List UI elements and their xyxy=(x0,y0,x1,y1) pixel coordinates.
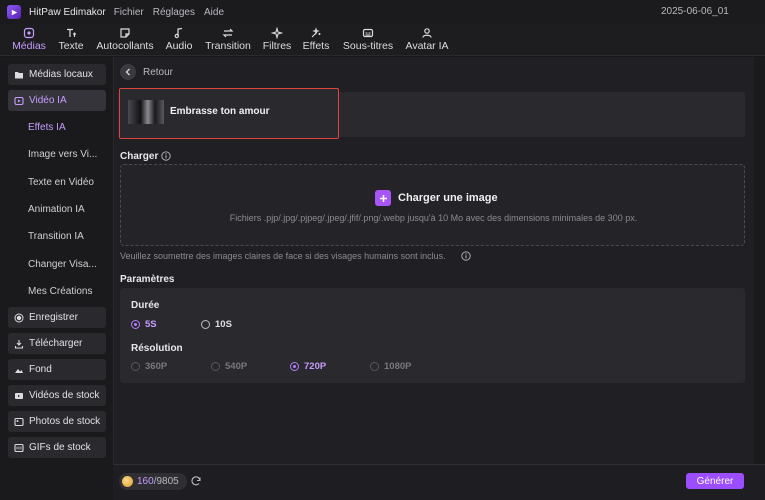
sidebar-item-video-ia[interactable]: Vidéo IA xyxy=(8,90,106,111)
sidebar-item-videos-de-stock[interactable]: Vidéos de stock xyxy=(8,385,106,406)
ai-video-icon xyxy=(14,96,24,105)
transition-icon xyxy=(222,28,234,38)
upload-hint: Fichiers .pjp/.jpg/.pjpeg/.jpeg/.jfif/.p… xyxy=(229,213,638,223)
face-notice: Veuillez soumettre des images claires de… xyxy=(120,251,446,261)
tab-effets[interactable]: Effets xyxy=(302,24,330,56)
subtitles-icon xyxy=(362,28,374,38)
stock-photo-icon xyxy=(14,417,24,426)
back-button[interactable] xyxy=(120,64,136,80)
selected-template-card[interactable]: Embrasse ton amour xyxy=(119,88,339,139)
upload-dropzone[interactable]: Charger une image Fichiers .pjp/.jpg/.pj… xyxy=(120,164,745,246)
tab-audio[interactable]: Audio xyxy=(164,24,194,56)
tab-filtres[interactable]: Filtres xyxy=(261,24,293,56)
credits-badge: 160/9805 xyxy=(119,473,187,490)
effects-icon xyxy=(311,27,321,38)
upload-section-label: Charger xyxy=(120,151,159,162)
info-icon[interactable] xyxy=(461,251,471,261)
sidebar-sub-mes-creations[interactable]: Mes Créations xyxy=(28,286,92,297)
filter-icon xyxy=(271,27,283,39)
coin-icon xyxy=(122,476,133,487)
app-logo xyxy=(7,5,21,19)
project-name: 2025-06-06_01 xyxy=(661,6,729,17)
sidebar: Médias locaux Vidéo IA Effets IA Image v… xyxy=(0,57,113,500)
sidebar-sub-changer-visage[interactable]: Changer Visa... xyxy=(28,259,97,270)
resolution-label: Résolution xyxy=(131,343,183,354)
sidebar-item-gifs-de-stock[interactable]: GIFs de stock xyxy=(8,437,106,458)
stock-video-icon xyxy=(15,392,23,399)
menu-file[interactable]: Fichier xyxy=(114,7,144,18)
credits-used: 160 xyxy=(137,476,154,487)
main-toolbar: Médias Texte Autocollants Audio Transiti… xyxy=(0,24,765,56)
sidebar-sub-effets-ia[interactable]: Effets IA xyxy=(28,122,66,133)
upload-image-button[interactable]: Charger une image xyxy=(375,190,498,206)
menu-settings[interactable]: Réglages xyxy=(153,7,195,18)
avatar-icon xyxy=(422,28,432,38)
template-thumbnail xyxy=(128,100,164,124)
tab-texte[interactable]: Texte xyxy=(57,24,85,56)
resolution-option-1080p[interactable]: 1080P xyxy=(370,361,411,372)
params-label: Paramètres xyxy=(120,274,175,285)
background-icon xyxy=(15,368,23,373)
tab-sous-titres[interactable]: Sous-titres xyxy=(341,24,395,56)
main-panel: Retour Embrasse ton amour Charger Charge… xyxy=(113,57,765,500)
sidebar-item-telecharger[interactable]: Télécharger xyxy=(8,333,106,354)
sidebar-sub-image-vers-video[interactable]: Image vers Vi... xyxy=(28,149,97,160)
menu-help[interactable]: Aide xyxy=(204,7,224,18)
plus-icon xyxy=(375,190,391,206)
sidebar-sub-animation-ia[interactable]: Animation IA xyxy=(28,204,85,215)
sidebar-sub-texte-en-video[interactable]: Texte en Vidéo xyxy=(28,177,94,188)
sidebar-item-fond[interactable]: Fond xyxy=(8,359,106,380)
record-icon xyxy=(14,313,24,322)
resolution-option-720p[interactable]: 720P xyxy=(290,361,326,372)
footer-bar: 160/9805 Générer xyxy=(113,464,765,500)
tab-medias[interactable]: Médias xyxy=(11,24,47,56)
params-panel: Durée 5S 10S Résolution 360P 540P 720P 1… xyxy=(120,288,745,383)
audio-icon xyxy=(174,27,183,39)
tab-avatar-ia[interactable]: Avatar IA xyxy=(404,24,450,56)
chevron-left-icon xyxy=(125,68,130,76)
app-name: HitPaw Edimakor xyxy=(29,6,106,18)
duration-label: Durée xyxy=(131,300,160,311)
folder-icon xyxy=(15,71,23,78)
sidebar-sub-transition-ia[interactable]: Transition IA xyxy=(28,231,84,242)
tab-autocollants[interactable]: Autocollants xyxy=(95,24,155,56)
credits-total: /9805 xyxy=(153,476,179,487)
info-icon[interactable] xyxy=(161,151,171,161)
sticker-icon xyxy=(120,28,130,38)
duration-option-10s[interactable]: 10S xyxy=(201,319,232,330)
back-label[interactable]: Retour xyxy=(143,67,173,78)
duration-option-5s[interactable]: 5S xyxy=(131,319,157,330)
tab-transition[interactable]: Transition xyxy=(204,24,252,56)
right-panel-edge xyxy=(754,57,765,500)
sidebar-item-photos-de-stock[interactable]: Photos de stock xyxy=(8,411,106,432)
generate-button[interactable]: Générer xyxy=(686,473,744,489)
sidebar-item-enregistrer[interactable]: Enregistrer xyxy=(8,307,106,328)
template-title: Embrasse ton amour xyxy=(170,106,270,117)
text-icon xyxy=(67,28,76,37)
template-strip: Embrasse ton amour xyxy=(118,88,745,139)
refresh-icon[interactable] xyxy=(190,475,202,487)
resolution-option-360p[interactable]: 360P xyxy=(131,361,167,372)
gif-icon xyxy=(14,443,24,452)
media-icon xyxy=(23,27,35,39)
sidebar-item-medias-locaux[interactable]: Médias locaux xyxy=(8,64,106,85)
title-bar: HitPaw Edimakor Fichier Réglages Aide 20… xyxy=(0,0,765,24)
download-icon xyxy=(14,339,24,349)
resolution-option-540p[interactable]: 540P xyxy=(211,361,247,372)
